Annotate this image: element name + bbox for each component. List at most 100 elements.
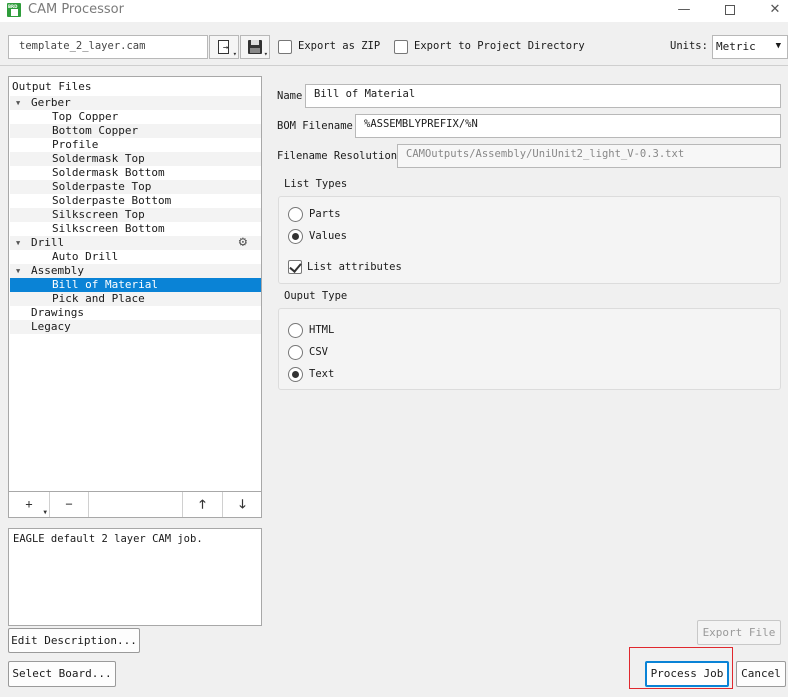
tree-item-label: Bill of Material <box>52 278 158 291</box>
export-zip-checkbox[interactable] <box>278 40 292 54</box>
output-type-group: HTML CSV Text <box>278 308 781 390</box>
select-board-button[interactable]: Select Board... <box>8 661 116 687</box>
list-attributes-checkbox[interactable] <box>288 260 302 274</box>
parts-label: Parts <box>309 208 341 220</box>
add-output-button[interactable]: + ▼ <box>9 492 49 517</box>
arrow-down-icon: 🡓 <box>239 497 246 511</box>
tree-item[interactable]: Soldermask Top <box>10 152 261 166</box>
filename-resolution-label: Filename Resolution <box>277 150 398 162</box>
tree-group[interactable]: Legacy <box>10 320 261 334</box>
tree-item-label: Gerber <box>31 96 71 109</box>
tree-item-label: Auto Drill <box>52 250 119 263</box>
process-job-button[interactable]: Process Job <box>645 661 729 687</box>
tree-header: Output Files <box>12 80 92 93</box>
tree-item[interactable]: Bottom Copper <box>10 124 261 138</box>
move-up-button[interactable]: 🡑 <box>182 492 222 517</box>
job-description: EAGLE default 2 layer CAM job. <box>8 528 262 626</box>
tree-item-label: Soldermask Top <box>52 152 145 165</box>
tree-item[interactable]: Silkscreen Bottom <box>10 222 261 236</box>
export-project-checkbox[interactable] <box>394 40 408 54</box>
move-down-button[interactable]: 🡓 <box>222 492 262 517</box>
tree-item-label: Drawings <box>31 306 84 319</box>
tree-item-label: Solderpaste Bottom <box>52 194 172 207</box>
chevron-down-icon: ▼ <box>775 41 781 51</box>
tree-group[interactable]: Drawings <box>10 306 261 320</box>
tree-item-label: Assembly <box>31 264 84 277</box>
minimize-button[interactable]: — <box>664 0 704 22</box>
filename-resolution-field: CAMOutputs/Assembly/UniUnit2_light_V-0.3… <box>397 144 781 168</box>
csv-label: CSV <box>309 346 328 358</box>
expand-arrow-icon[interactable]: ▼ <box>16 264 20 278</box>
gear-icon[interactable]: ⚙ <box>239 235 247 249</box>
output-files-tree[interactable]: Output Files ▼ Gerber Top Copper Bottom Cop… <box>8 76 262 492</box>
tree-group[interactable]: ▼ Gerber <box>10 96 261 110</box>
tree-group[interactable]: ▼ Assembly <box>10 264 261 278</box>
list-types-group: Parts Values List attributes <box>278 196 781 284</box>
text-radio[interactable] <box>288 367 303 382</box>
expand-arrow-icon[interactable]: ▼ <box>16 236 20 250</box>
expand-arrow-icon[interactable]: ▼ <box>16 96 20 110</box>
units-label: Units: <box>670 40 708 52</box>
dropdown-arrow-icon: ▾ <box>263 50 268 58</box>
tree-item-label: Legacy <box>31 320 71 333</box>
toolbar-divider <box>0 65 788 66</box>
tree-item-label: Silkscreen Bottom <box>52 222 165 235</box>
tree-item-label: Pick and Place <box>52 292 145 305</box>
csv-radio[interactable] <box>288 345 303 360</box>
tree-item-label: Profile <box>52 138 99 151</box>
tree-item[interactable]: Bill of Material <box>10 278 261 292</box>
tree-group[interactable]: ▼ Drill ⚙ <box>10 235 261 250</box>
tree-button-bar: + ▼ − 🡑 🡓 <box>8 492 262 518</box>
values-label: Values <box>309 230 347 242</box>
save-icon <box>248 40 262 54</box>
bom-filename-label: BOM Filename <box>277 120 353 132</box>
open-file-icon <box>218 40 229 54</box>
bom-filename-field[interactable]: %ASSEMBLYPREFIX/%N <box>355 114 781 138</box>
cancel-button[interactable]: Cancel <box>736 661 786 687</box>
plus-icon: + <box>25 497 33 511</box>
open-job-button[interactable]: ▾ <box>209 35 239 59</box>
export-project-label: Export to Project Directory <box>414 40 585 52</box>
units-select[interactable]: Metric ▼ <box>712 35 788 59</box>
dropdown-arrow-icon: ▼ <box>43 509 47 516</box>
text-label: Text <box>309 368 335 380</box>
tree-item-label: Drill <box>31 236 65 249</box>
tree-item[interactable]: Solderpaste Top <box>10 180 261 194</box>
tree-item[interactable]: Profile <box>10 138 261 152</box>
list-types-label: List Types <box>284 178 348 190</box>
tree-item[interactable]: Silkscreen Top <box>10 208 261 222</box>
edit-description-button[interactable]: Edit Description... <box>8 628 140 653</box>
tree-item-label: Top Copper <box>52 110 119 123</box>
title-bar: CAM Processor — ✕ <box>0 0 788 22</box>
name-label: Name <box>277 90 303 102</box>
minus-icon: − <box>65 497 73 511</box>
close-button[interactable]: ✕ <box>755 0 788 22</box>
tree-item-label: Soldermask Bottom <box>52 166 165 179</box>
dropdown-arrow-icon: ▾ <box>232 50 237 58</box>
export-file-button[interactable]: Export File <box>697 620 781 645</box>
tree-item[interactable]: Pick and Place <box>10 292 261 306</box>
tree-item[interactable]: Solderpaste Bottom <box>10 194 261 208</box>
values-radio[interactable] <box>288 229 303 244</box>
units-value: Metric <box>716 40 756 53</box>
tree-item[interactable]: Soldermask Bottom <box>10 166 261 180</box>
tree-item[interactable]: Top Copper <box>10 110 261 124</box>
window-title: CAM Processor <box>28 2 124 17</box>
tree-item-label: Solderpaste Top <box>52 180 152 193</box>
minimize-icon: — <box>677 2 691 17</box>
maximize-icon <box>725 5 735 15</box>
output-type-label: Ouput Type <box>284 290 348 302</box>
maximize-button[interactable] <box>710 0 750 22</box>
tree-item-label: Bottom Copper <box>52 124 139 137</box>
save-job-button[interactable]: ▾ <box>240 35 270 59</box>
close-icon: ✕ <box>769 2 781 17</box>
parts-radio[interactable] <box>288 207 303 222</box>
tree-item-label: Silkscreen Top <box>52 208 145 221</box>
html-radio[interactable] <box>288 323 303 338</box>
export-zip-label: Export as ZIP <box>298 40 381 52</box>
job-file-field[interactable]: template_2_layer.cam <box>8 35 208 59</box>
name-field[interactable]: Bill of Material <box>305 84 781 108</box>
tree-item[interactable]: Auto Drill <box>10 250 261 264</box>
remove-output-button[interactable]: − <box>49 492 89 517</box>
list-attributes-label: List attributes <box>307 261 402 273</box>
